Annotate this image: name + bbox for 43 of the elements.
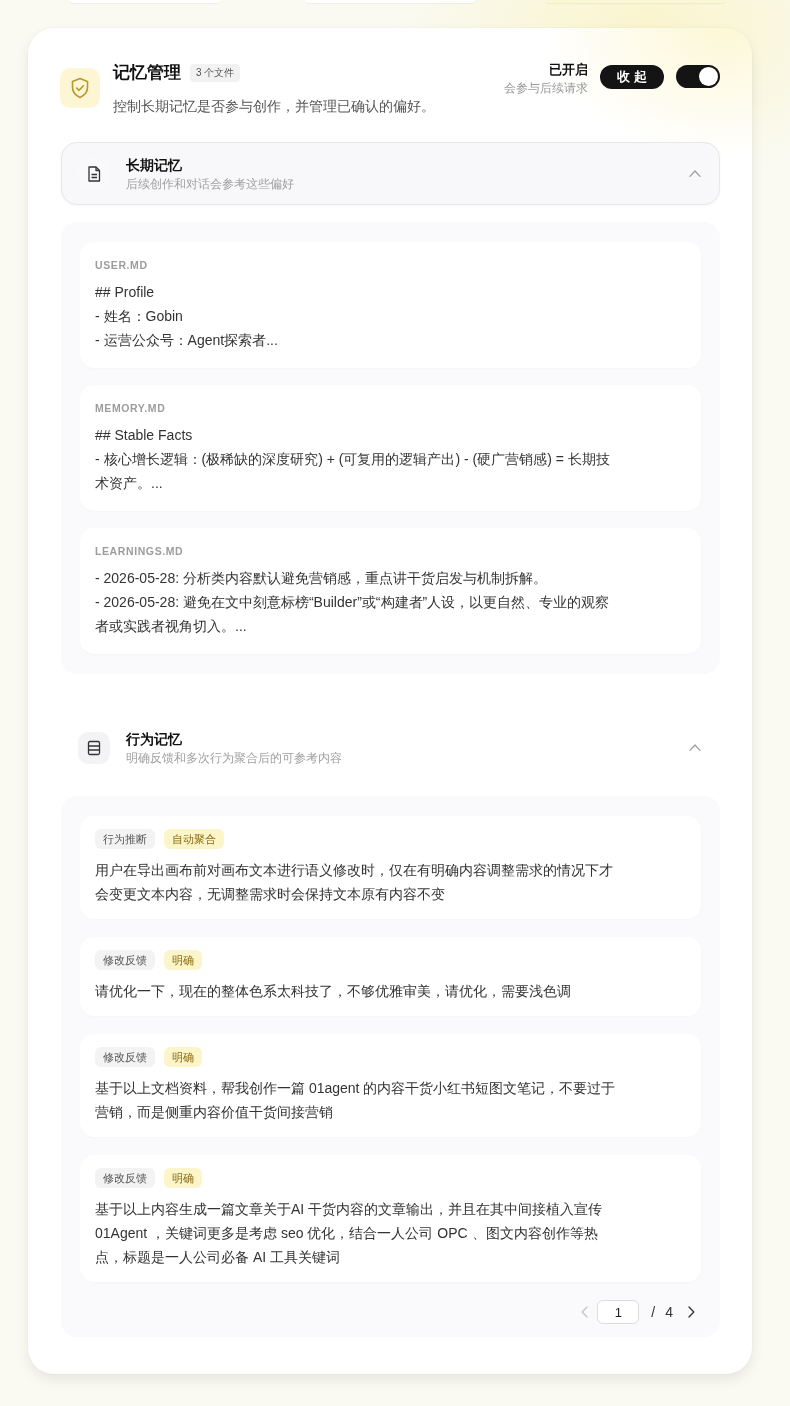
type-tag: 修改反馈	[95, 950, 155, 970]
section-header[interactable]: 长期记忆 后续创作和对话会参考这些偏好	[61, 142, 720, 205]
entry-text: 用户在导出画布前对画布文本进行语义修改时，仅在有明确内容调整需求的情况下才会变更文本内容，无调整需求时会保持文本原有内容不变	[95, 861, 614, 904]
content-line: ## Profile	[95, 283, 156, 302]
content-line: ## Stable Facts	[95, 426, 194, 445]
file-name: MEMORY.MD	[95, 401, 167, 415]
status-note: 会参与后续请求	[504, 80, 588, 96]
status-text: 已开启	[549, 62, 588, 78]
type-tag: 修改反馈	[95, 1168, 155, 1188]
file-count: 3 个文件	[190, 64, 241, 82]
section-subtitle: 后续创作和对话会参考这些偏好	[126, 175, 295, 192]
toggle-switch[interactable]	[676, 65, 720, 88]
confidence-tag: 明确	[164, 1168, 202, 1188]
shield-check-icon	[60, 68, 100, 108]
page-input[interactable]: 1	[597, 1300, 640, 1324]
type-tag: 行为推断	[95, 829, 155, 849]
entry-text: 基于以上文档资料，帮我创作一篇 01agent 的内容干货小红书短图文笔记，不要过于营销，而是侧重内容价值干货间接营销	[95, 1079, 617, 1122]
chevron-right-icon	[688, 1306, 695, 1318]
file-name: USER.MD	[95, 258, 149, 272]
content-line: - 2026-05-28: 分析类内容默认避免营销感，重点讲干货启发与机制拆解。	[95, 569, 548, 588]
content-line: - 姓名：Gobin	[95, 307, 184, 326]
file-name: LEARNINGS.MD	[95, 544, 185, 558]
section-header[interactable]: 行为记忆 明确反馈和多次行为聚合后的可参考内容	[61, 716, 720, 779]
confidence-tag: 自动聚合	[164, 829, 224, 849]
confidence-tag: 明确	[164, 1047, 202, 1067]
next-page-button[interactable]	[687, 1304, 696, 1320]
type-tag: 修改反馈	[95, 1047, 155, 1067]
content-line: - 2026-05-28: 避免在文中刻意标榜“Builder”或“构建者”人设，以更自然、专业的观察者或实践者视角切入。...	[95, 593, 611, 636]
page-separator: /	[651, 1303, 656, 1321]
section-title: 行为记忆	[126, 729, 183, 748]
content-line: - 运营公众号：Agent探索者...	[95, 331, 279, 350]
section-title: 长期记忆	[126, 155, 183, 174]
chevron-left-icon	[581, 1306, 589, 1318]
section-subtitle: 明确反馈和多次行为聚合后的可参考内容	[126, 749, 343, 766]
entry-text: 基于以上内容生成一篇文章关于AI 干货内容的文章输出，并且在其中间接植入宣传 01Agent ，关键词更多是考虑 seo 优化，结合一人公司 OPC 、图文内容创作等热点，标题是一人公司必备 AI 工具关键词	[95, 1200, 604, 1267]
confidence-tag: 明确	[164, 950, 202, 970]
entry-text: 请优化一下，现在的整体色系太科技了，不够优雅审美，请优化，需要浅色调	[95, 982, 572, 1001]
page-total: 4	[665, 1303, 673, 1321]
list-icon	[78, 731, 110, 764]
panel-description: 控制长期记忆是否参与创作，并管理已确认的偏好。	[113, 97, 435, 116]
panel-title: 记忆管理	[113, 62, 181, 84]
content-line: - 核心增长逻辑：(极稀缺的深度研究) + (可复用的逻辑产出) - (硬广营销感) = 长期技术资产。...	[95, 450, 611, 493]
collapse-button[interactable]: 收 起	[600, 65, 664, 89]
